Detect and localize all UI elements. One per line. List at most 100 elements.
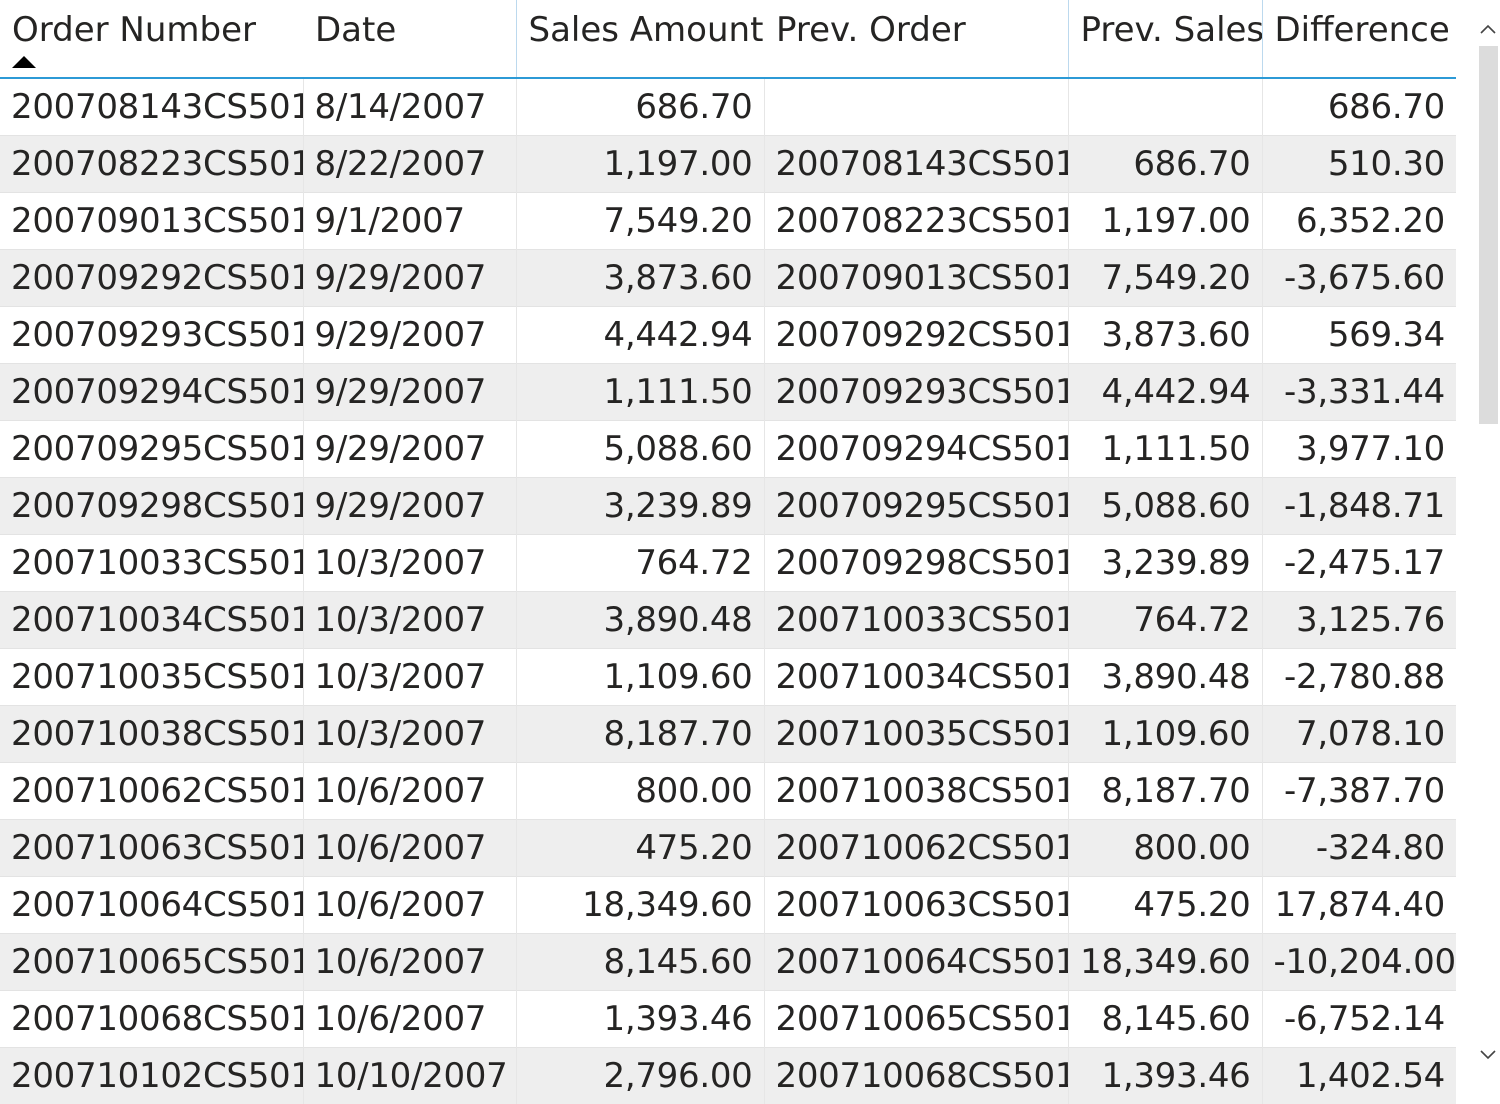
cell-order-number: 200709298CS501 <box>0 476 303 534</box>
column-header-prev-order[interactable]: Prev. Order <box>764 0 1068 79</box>
cell-difference: 17,874.40 <box>1261 875 1456 933</box>
column-header-order-number[interactable]: Order Number <box>0 0 303 79</box>
table-row[interactable]: 200710038CS501 10/3/2007 8,187.70 200710035… <box>0 704 1456 762</box>
cell-prev-order: 200709294CS501 <box>763 419 1068 477</box>
cell-prev-order: 200710068CS501 <box>763 1046 1068 1104</box>
column-header-date[interactable]: Date <box>303 0 516 79</box>
vertical-scrollbar[interactable] <box>1476 0 1500 1104</box>
cell-date: 10/6/2007 <box>302 989 516 1047</box>
table-row[interactable]: 200710033CS501 10/3/2007 764.72 200709298CS… <box>0 533 1456 591</box>
cell-sales-amount: 1,393.46 <box>515 989 764 1047</box>
table-row[interactable]: 200708143CS501 8/14/2007 686.70 686.70 <box>0 77 1456 135</box>
table-row[interactable]: 200710062CS501 10/6/2007 800.00 200710038CS… <box>0 761 1456 819</box>
column-header-label: Sales Amount <box>528 10 764 50</box>
chevron-down-icon <box>1480 1050 1496 1060</box>
cell-order-number: 200709013CS501 <box>0 191 303 249</box>
cell-sales-amount: 3,873.60 <box>515 248 764 306</box>
table-row[interactable]: 200709293CS501 9/29/2007 4,442.94 200709292… <box>0 305 1456 363</box>
table-row[interactable]: 200709295CS501 9/29/2007 5,088.60 200709294… <box>0 419 1456 477</box>
table-row[interactable]: 200710064CS501 10/6/2007 18,349.60 20071006… <box>0 875 1456 933</box>
cell-difference: -1,848.71 <box>1261 476 1456 534</box>
sort-ascending-icon[interactable] <box>12 56 36 68</box>
cell-sales-amount: 7,549.20 <box>515 191 764 249</box>
cell-prev-sales: 800.00 <box>1067 818 1262 876</box>
cell-order-number: 200709295CS501 <box>0 419 303 477</box>
cell-prev-order: 200709292CS501 <box>763 305 1068 363</box>
cell-date: 10/3/2007 <box>302 647 516 705</box>
cell-difference: 569.34 <box>1261 305 1456 363</box>
table-row[interactable]: 200709013CS501 9/1/2007 7,549.20 200708223C… <box>0 191 1456 249</box>
table-row[interactable]: 200709294CS501 9/29/2007 1,111.50 200709293… <box>0 362 1456 420</box>
table-row[interactable]: 200710063CS501 10/6/2007 475.20 200710062CS… <box>0 818 1456 876</box>
header-row: Order Number Date Sales Amount Prev. Ord… <box>0 0 1456 79</box>
scroll-up-button[interactable] <box>1476 14 1500 44</box>
column-header-sales-amount[interactable]: Sales Amount <box>515 0 764 79</box>
cell-sales-amount: 3,239.89 <box>515 476 764 534</box>
column-header-difference[interactable]: Difference <box>1261 0 1456 79</box>
cell-prev-sales: 1,393.46 <box>1067 1046 1262 1104</box>
cell-prev-order: 200710063CS501 <box>763 875 1068 933</box>
chevron-up-icon <box>1480 24 1496 34</box>
cell-order-number: 200710063CS501 <box>0 818 303 876</box>
cell-prev-order <box>763 77 1068 135</box>
cell-date: 10/6/2007 <box>302 932 516 990</box>
cell-prev-sales: 764.72 <box>1067 590 1262 648</box>
table-row[interactable]: 200710034CS501 10/3/2007 3,890.48 200710033… <box>0 590 1456 648</box>
cell-prev-order: 200709295CS501 <box>763 476 1068 534</box>
column-header-prev-sales[interactable]: Prev. Sales <box>1067 0 1262 79</box>
table-row[interactable]: 200709292CS501 9/29/2007 3,873.60 200709013… <box>0 248 1456 306</box>
cell-sales-amount: 800.00 <box>515 761 764 819</box>
cell-order-number: 200709294CS501 <box>0 362 303 420</box>
table-row[interactable]: 200710102CS501 10/10/2007 2,796.00 20071006… <box>0 1046 1456 1104</box>
cell-sales-amount: 1,197.00 <box>515 134 764 192</box>
table-row[interactable]: 200710035CS501 10/3/2007 1,109.60 200710034… <box>0 647 1456 705</box>
table-row[interactable]: 200710068CS501 10/6/2007 1,393.46 200710065… <box>0 989 1456 1047</box>
cell-prev-sales: 1,111.50 <box>1067 419 1262 477</box>
cell-date: 8/22/2007 <box>302 134 516 192</box>
data-table: Order Number Date Sales Amount Prev. Ord… <box>0 0 1456 1104</box>
cell-order-number: 200710035CS501 <box>0 647 303 705</box>
scrollbar-thumb[interactable] <box>1479 46 1498 424</box>
cell-date: 10/6/2007 <box>302 761 516 819</box>
cell-prev-order: 200710033CS501 <box>763 590 1068 648</box>
cell-difference: -3,331.44 <box>1261 362 1456 420</box>
cell-order-number: 200710064CS501 <box>0 875 303 933</box>
cell-sales-amount: 764.72 <box>515 533 764 591</box>
column-header-label: Order Number <box>12 10 257 50</box>
cell-prev-order: 200710065CS501 <box>763 989 1068 1047</box>
column-header-label: Prev. Order <box>776 10 966 50</box>
cell-prev-order: 200709013CS501 <box>763 248 1068 306</box>
cell-order-number: 200710102CS501 <box>0 1046 303 1104</box>
cell-prev-sales: 7,549.20 <box>1067 248 1262 306</box>
cell-difference: -3,675.60 <box>1261 248 1456 306</box>
cell-sales-amount: 8,145.60 <box>515 932 764 990</box>
cell-sales-amount: 2,796.00 <box>515 1046 764 1104</box>
table-row[interactable]: 200708223CS501 8/22/2007 1,197.00 200708143… <box>0 134 1456 192</box>
cell-prev-sales: 18,349.60 <box>1067 932 1262 990</box>
cell-date: 10/3/2007 <box>302 590 516 648</box>
table-row[interactable]: 200709298CS501 9/29/2007 3,239.89 200709295… <box>0 476 1456 534</box>
cell-sales-amount: 18,349.60 <box>515 875 764 933</box>
cell-sales-amount: 4,442.94 <box>515 305 764 363</box>
cell-order-number: 200708223CS501 <box>0 134 303 192</box>
cell-difference: 1,402.54 <box>1261 1046 1456 1104</box>
cell-difference: 6,352.20 <box>1261 191 1456 249</box>
data-table-container: Order Number Date Sales Amount Prev. Ord… <box>0 0 1456 1104</box>
cell-date: 9/1/2007 <box>302 191 516 249</box>
cell-prev-sales: 475.20 <box>1067 875 1262 933</box>
cell-prev-order: 200708223CS501 <box>763 191 1068 249</box>
cell-prev-order: 200710038CS501 <box>763 761 1068 819</box>
cell-prev-sales: 1,109.60 <box>1067 704 1262 762</box>
cell-date: 9/29/2007 <box>302 419 516 477</box>
cell-prev-sales: 1,197.00 <box>1067 191 1262 249</box>
cell-prev-order: 200710062CS501 <box>763 818 1068 876</box>
cell-date: 9/29/2007 <box>302 248 516 306</box>
table-body: 200708143CS501 8/14/2007 686.70 686.70 20070… <box>0 77 1456 1104</box>
scroll-down-button[interactable] <box>1476 1040 1500 1070</box>
cell-date: 10/3/2007 <box>302 533 516 591</box>
cell-prev-sales: 4,442.94 <box>1067 362 1262 420</box>
cell-date: 8/14/2007 <box>302 77 516 135</box>
cell-sales-amount: 475.20 <box>515 818 764 876</box>
table-row[interactable]: 200710065CS501 10/6/2007 8,145.60 200710064… <box>0 932 1456 990</box>
column-header-label: Difference <box>1274 10 1450 50</box>
